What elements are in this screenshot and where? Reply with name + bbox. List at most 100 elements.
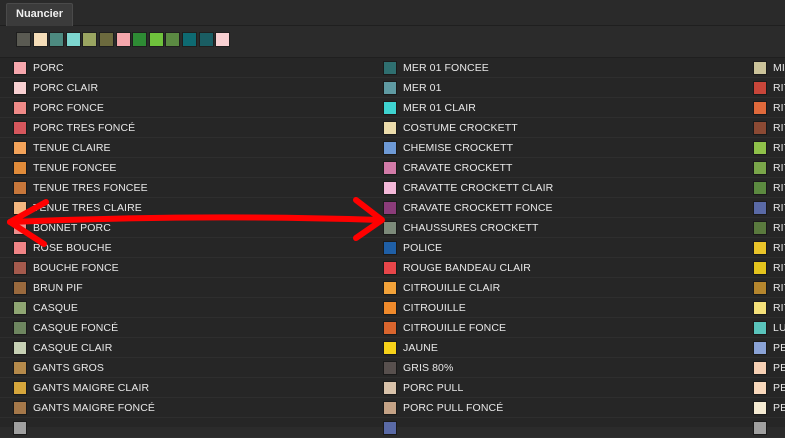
swatch-row[interactable]: RIT	[740, 118, 785, 138]
recent-swatch[interactable]	[198, 32, 214, 47]
swatch-row[interactable]: CRAVATE CROCKETT FONCE	[370, 198, 745, 218]
swatch-row[interactable]	[370, 418, 745, 438]
swatch-color-chip	[753, 281, 767, 295]
recent-swatch[interactable]	[215, 32, 231, 47]
swatch-row[interactable]: RIT	[740, 158, 785, 178]
swatch-row[interactable]: TENUE TRES CLAIRE	[0, 198, 375, 218]
swatch-row[interactable]: CASQUE FONCÉ	[0, 318, 375, 338]
swatch-name: GRIS 80%	[403, 362, 454, 374]
swatch-row[interactable]: CASQUE CLAIR	[0, 338, 375, 358]
swatch-row[interactable]: CRAVATE CROCKETT	[370, 158, 745, 178]
recent-swatch[interactable]	[65, 32, 81, 47]
swatch-color-chip	[383, 281, 397, 295]
swatch-row[interactable]: RIT	[740, 98, 785, 118]
swatch-row[interactable]: PE	[740, 398, 785, 418]
swatch-row[interactable]: PORC FONCE	[0, 98, 375, 118]
swatch-row[interactable]: CRAVATTE CROCKETT CLAIR	[370, 178, 745, 198]
swatch-color-chip	[383, 421, 397, 435]
swatch-row[interactable]: MI	[740, 58, 785, 78]
swatch-row[interactable]: ROSE BOUCHE	[0, 238, 375, 258]
swatch-row[interactable]	[740, 418, 785, 438]
swatch-row[interactable]: CITROUILLE FONCE	[370, 318, 745, 338]
swatch-row[interactable]: TENUE TRES FONCEE	[0, 178, 375, 198]
swatch-row[interactable]: PORC CLAIR	[0, 78, 375, 98]
swatch-row[interactable]: PORC PULL	[370, 378, 745, 398]
recent-swatch[interactable]	[32, 32, 48, 47]
swatch-row[interactable]: POLICE	[370, 238, 745, 258]
swatch-row[interactable]: GANTS MAIGRE CLAIR	[0, 378, 375, 398]
swatch-row[interactable]: BONNET PORC	[0, 218, 375, 238]
swatch-row[interactable]: PORC TRES FONCÉ	[0, 118, 375, 138]
swatch-row[interactable]: RIT	[740, 238, 785, 258]
swatch-name: POLICE	[403, 242, 443, 254]
swatch-name: GANTS GROS	[33, 362, 105, 374]
swatch-color-chip	[383, 361, 397, 375]
swatch-row[interactable]: RIT	[740, 278, 785, 298]
swatch-name: ROSE BOUCHE	[33, 242, 112, 254]
swatch-name: COSTUME CROCKETT	[403, 122, 518, 134]
swatch-row[interactable]: TENUE FONCEE	[0, 158, 375, 178]
swatch-row[interactable]: BOUCHE FONCE	[0, 258, 375, 278]
swatch-color-chip	[753, 401, 767, 415]
swatch-row[interactable]: CITROUILLE CLAIR	[370, 278, 745, 298]
swatch-color-chip	[753, 141, 767, 155]
swatch-row[interactable]: GRIS 80%	[370, 358, 745, 378]
recent-swatch[interactable]	[165, 32, 181, 47]
swatch-color-chip	[383, 321, 397, 335]
swatch-row[interactable]: RIT	[740, 198, 785, 218]
swatch-row[interactable]: CHEMISE CROCKETT	[370, 138, 745, 158]
swatch-row[interactable]: RIT	[740, 138, 785, 158]
swatch-row[interactable]	[0, 418, 375, 438]
swatch-row[interactable]: RIT	[740, 218, 785, 238]
swatch-row[interactable]: MER 01	[370, 78, 745, 98]
swatch-color-chip	[13, 341, 27, 355]
recent-swatch[interactable]	[115, 32, 131, 47]
swatch-row[interactable]: PORC	[0, 58, 375, 78]
swatch-row[interactable]: TENUE CLAIRE	[0, 138, 375, 158]
swatch-color-chip	[383, 61, 397, 75]
recent-swatch[interactable]	[181, 32, 197, 47]
swatch-color-chip	[753, 161, 767, 175]
swatch-row[interactable]: ROUGE BANDEAU CLAIR	[370, 258, 745, 278]
swatch-name: CHEMISE CROCKETT	[403, 142, 514, 154]
swatch-row[interactable]: PE	[740, 338, 785, 358]
swatch-row[interactable]: CITROUILLE	[370, 298, 745, 318]
swatch-row[interactable]: RIT	[740, 78, 785, 98]
swatch-row[interactable]: JAUNE	[370, 338, 745, 358]
swatch-name: CITROUILLE	[403, 302, 466, 314]
swatch-row[interactable]: GANTS GROS	[0, 358, 375, 378]
swatch-row[interactable]: RIT	[740, 258, 785, 278]
swatch-color-chip	[383, 141, 397, 155]
swatch-name: RIT	[773, 102, 785, 114]
swatch-row[interactable]: GANTS MAIGRE FONCÉ	[0, 398, 375, 418]
swatch-name: TENUE CLAIRE	[33, 142, 111, 154]
swatch-name: MI	[773, 62, 785, 74]
swatch-row[interactable]: RIT	[740, 178, 785, 198]
swatch-row[interactable]: BRUN PIF	[0, 278, 375, 298]
recent-swatch[interactable]	[49, 32, 65, 47]
swatch-list[interactable]: PORC PORC CLAIR PORC FONCE PORC TRES FONCÉ T…	[0, 57, 785, 438]
recent-swatch[interactable]	[148, 32, 164, 47]
recent-swatch[interactable]	[82, 32, 98, 47]
recent-swatch[interactable]	[132, 32, 148, 47]
swatch-row[interactable]: LU	[740, 318, 785, 338]
swatch-name: CHAUSSURES CROCKETT	[403, 222, 539, 234]
swatch-row[interactable]: CHAUSSURES CROCKETT	[370, 218, 745, 238]
swatch-name: MER 01	[403, 82, 442, 94]
swatch-row[interactable]: PORC PULL FONCÉ	[370, 398, 745, 418]
swatch-row[interactable]: COSTUME CROCKETT	[370, 118, 745, 138]
swatch-name: PE	[773, 342, 785, 354]
swatch-row[interactable]: MER 01 CLAIR	[370, 98, 745, 118]
recent-swatch[interactable]	[98, 32, 114, 47]
recent-swatch[interactable]	[16, 32, 31, 47]
swatch-row[interactable]: MER 01 FONCEE	[370, 58, 745, 78]
swatch-row[interactable]: CASQUE	[0, 298, 375, 318]
swatch-row[interactable]: PE	[740, 378, 785, 398]
swatch-color-chip	[383, 101, 397, 115]
swatch-row[interactable]: RIT	[740, 298, 785, 318]
swatch-color-chip	[383, 161, 397, 175]
swatch-name: CRAVATTE CROCKETT CLAIR	[403, 182, 554, 194]
tab-nuancier[interactable]: Nuancier	[6, 3, 74, 26]
swatch-row[interactable]: PE	[740, 358, 785, 378]
swatch-color-chip	[383, 81, 397, 95]
